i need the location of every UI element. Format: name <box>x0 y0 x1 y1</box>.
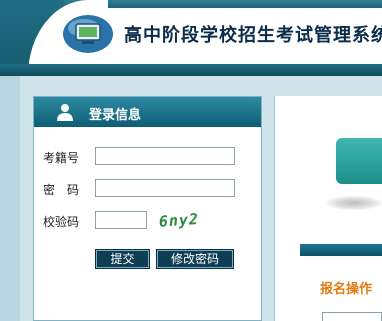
user-icon <box>57 104 73 121</box>
teal-action-button[interactable] <box>336 138 382 184</box>
exam-id-input[interactable] <box>95 147 235 165</box>
password-input[interactable] <box>95 179 235 197</box>
captcha-label: 校验码 <box>43 215 80 229</box>
left-strip <box>0 76 20 321</box>
exam-id-label: 考籍号 <box>43 151 80 165</box>
login-panel-header: 登录信息 <box>34 97 261 127</box>
registration-section-label: 报名操作 <box>320 282 373 297</box>
header-bottom-band <box>0 64 382 76</box>
submit-button[interactable]: 提交 <box>95 249 150 269</box>
captcha-input[interactable] <box>95 211 147 229</box>
page-header: 高中阶段学校招生考试管理系统 <box>0 0 382 76</box>
computer-logo-icon <box>63 15 113 53</box>
section-divider-bar <box>300 244 382 256</box>
login-panel: 登录信息 <box>33 96 262 321</box>
right-panel-field[interactable] <box>322 312 382 321</box>
login-panel-title: 登录信息 <box>89 108 142 123</box>
change-password-button[interactable]: 修改密码 <box>156 249 234 269</box>
button-shadow <box>326 196 382 210</box>
password-label: 密 码 <box>43 183 80 197</box>
captcha-image[interactable]: 6ny2 <box>158 209 209 234</box>
site-title: 高中阶段学校招生考试管理系统 <box>124 25 382 46</box>
